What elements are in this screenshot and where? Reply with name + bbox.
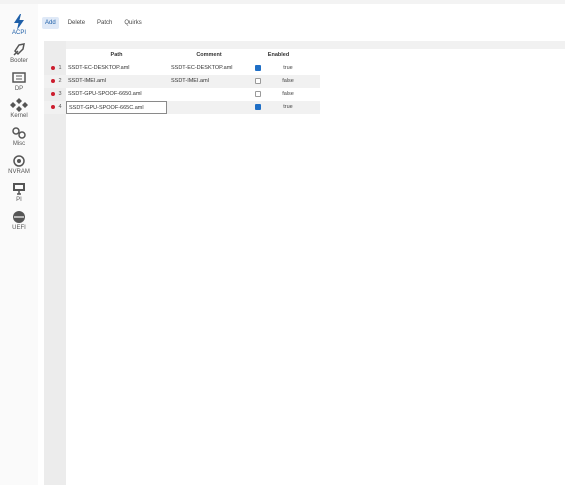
enabled-checkbox[interactable] [255, 78, 261, 84]
tab-delete[interactable]: Delete [65, 17, 88, 29]
row-number: 2 [58, 78, 62, 84]
enabled-checkbox[interactable] [255, 65, 261, 71]
content-header-strip [66, 41, 565, 49]
enabled-value: false [282, 91, 294, 97]
table-row[interactable]: 4 SSDT-GPU-SPOOF-665C.aml true [44, 101, 320, 114]
enabled-value: true [283, 65, 293, 71]
boot-icon [13, 43, 25, 56]
comment-cell[interactable]: SSDT-IMEI.aml [167, 75, 251, 88]
bolt-icon [14, 14, 24, 30]
sidebar-item-label: Misc [12, 141, 26, 147]
tab-add[interactable]: Add [42, 17, 59, 29]
row-number: 1 [58, 65, 62, 71]
enabled-checkbox[interactable] [255, 91, 261, 97]
row-number: 4 [58, 104, 62, 110]
sidebar-item-label: NVRAM [8, 169, 30, 175]
sidebar-item-nvram[interactable]: NVRAM [0, 153, 38, 176]
path-cell[interactable]: SSDT-IMEI.aml [66, 75, 167, 88]
path-cell[interactable]: SSDT-GPU-SPOOF-665C.aml [66, 101, 167, 114]
sidebar-item-acpi[interactable]: ACPI [0, 14, 38, 37]
row-bullet-icon [51, 92, 55, 96]
table-row[interactable]: 1 SSDT-EC-DESKTOP.aml SSDT-EC-DESKTOP.am… [44, 62, 320, 75]
misc-icon [12, 127, 26, 139]
window-top-strip [0, 0, 565, 4]
comment-cell[interactable] [167, 88, 251, 101]
comment-cell[interactable] [167, 101, 251, 114]
path-cell[interactable]: SSDT-GPU-SPOOF-6650.aml [66, 88, 167, 101]
sidebar-item-label: ACPI [11, 30, 26, 36]
uefi-icon [13, 211, 25, 223]
enabled-value: false [282, 78, 294, 84]
sidebar-item-pi[interactable]: PI [0, 181, 38, 204]
table-row[interactable]: 2 SSDT-IMEI.aml SSDT-IMEI.aml false [44, 75, 320, 88]
sidebar-item-label: Booter [10, 58, 28, 64]
comment-cell[interactable]: SSDT-EC-DESKTOP.aml [167, 62, 251, 75]
tab-bar: Add Delete Patch Quirks [42, 14, 151, 32]
sidebar-item-label: UEFI [12, 225, 26, 231]
row-bullet-icon [51, 79, 55, 83]
sidebar-item-misc[interactable]: Misc [0, 125, 38, 148]
sidebar-item-label: Kernel [10, 113, 28, 119]
row-number: 3 [58, 91, 62, 97]
column-header-path[interactable]: Path [66, 49, 167, 62]
kernel-icon [10, 98, 28, 112]
display-icon [12, 72, 26, 83]
tab-quirks[interactable]: Quirks [121, 17, 144, 29]
sidebar-item-label: PI [16, 197, 22, 203]
monitor-icon [13, 183, 25, 195]
sidebar-item-uefi[interactable]: UEFI [0, 209, 38, 232]
sidebar: ACPI Booter DP Kernel Misc NVRAM PI UEFI [0, 4, 38, 485]
table-header: Path Comment Enabled [66, 49, 306, 62]
enabled-checkbox[interactable] [255, 104, 261, 110]
sidebar-item-label: DP [14, 86, 24, 92]
sidebar-item-kernel[interactable]: Kernel [0, 97, 38, 120]
path-cell[interactable]: SSDT-EC-DESKTOP.aml [66, 62, 167, 75]
sidebar-item-booter[interactable]: Booter [0, 42, 38, 65]
enabled-value: true [283, 104, 293, 110]
tab-patch[interactable]: Patch [94, 17, 115, 29]
column-header-comment[interactable]: Comment [167, 49, 251, 62]
sidebar-item-dp[interactable]: DP [0, 70, 38, 93]
row-bullet-icon [51, 105, 55, 109]
row-bullet-icon [51, 66, 55, 70]
column-header-enabled[interactable]: Enabled [251, 49, 306, 62]
table-row[interactable]: 3 SSDT-GPU-SPOOF-6650.aml false [44, 88, 320, 101]
nvram-icon [13, 155, 25, 167]
